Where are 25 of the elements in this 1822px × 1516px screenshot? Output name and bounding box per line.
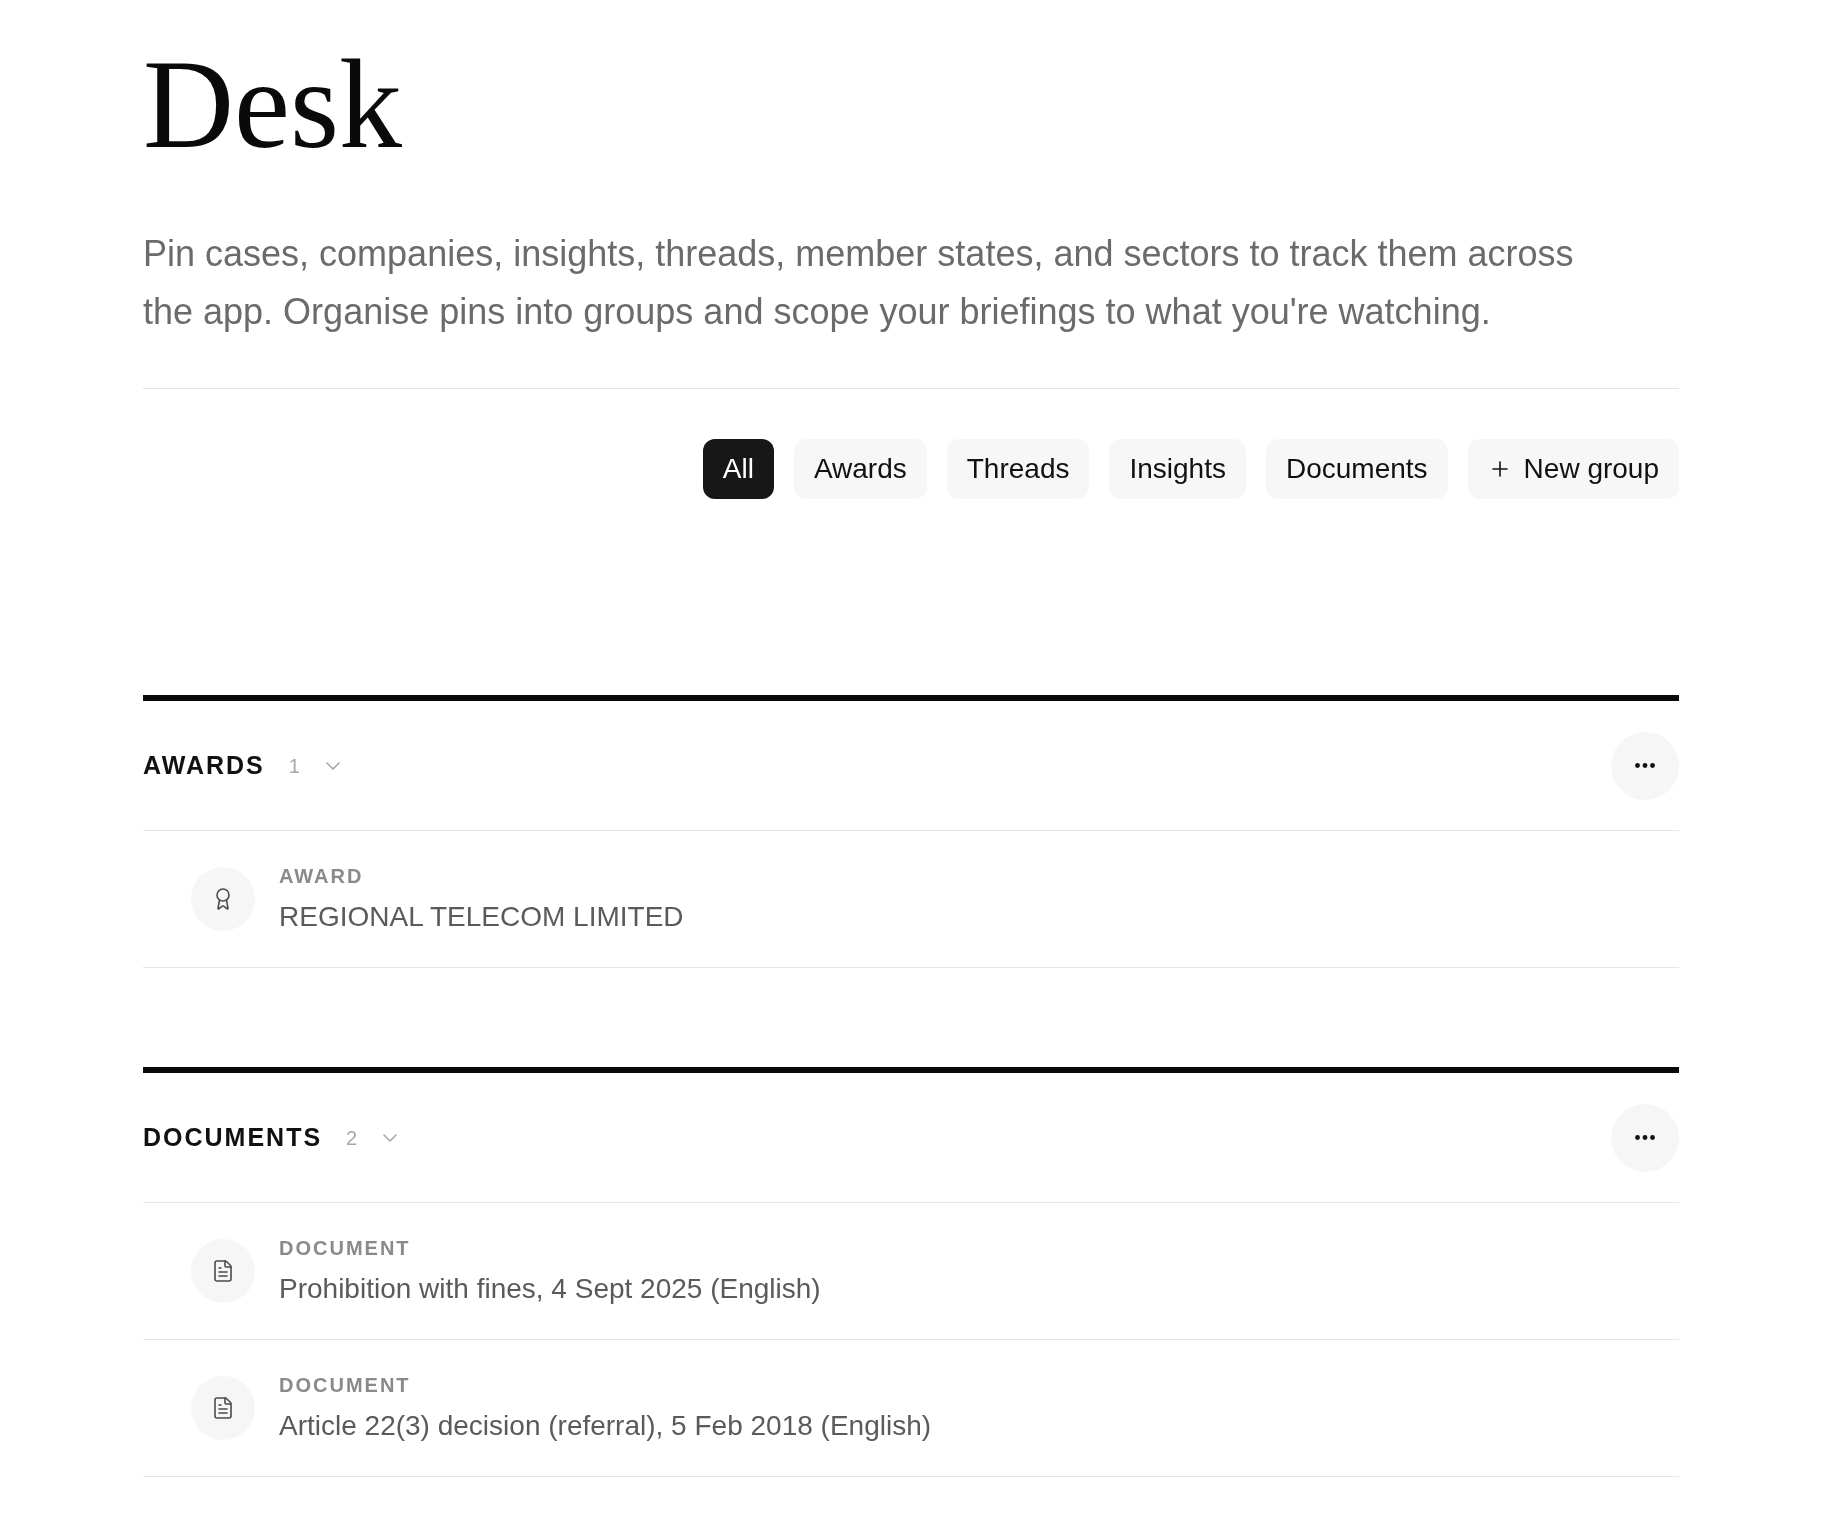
filter-tab[interactable]: Awards (793, 439, 927, 499)
item-type-label: AWARD (279, 864, 365, 889)
group-title: DOCUMENTS (143, 1121, 323, 1153)
group-title: AWARDS (143, 749, 265, 781)
more-icon (1635, 763, 1655, 768)
item-name: Article 22(3) decision (referral), 5 Feb 2018 (English) (279, 1409, 932, 1443)
filter-tab[interactable]: Threads (946, 439, 1090, 499)
page-description: Pin cases, companies, insights, threads, member states, and sectors to track them across the app. Organise pins into groups and scope your briefings to what you're watching. (143, 232, 1575, 334)
page-title: Desk (143, 42, 402, 168)
filter-tab[interactable]: All (702, 439, 774, 499)
filter-tab[interactable]: Insights (1109, 439, 1246, 499)
item-name: REGIONAL TELECOM LIMITED (279, 900, 684, 934)
chevron-down-icon (325, 761, 340, 770)
pinned-item-row[interactable]: DOCUMENT Prohibition with fines, 4 Sept 2025 (English) (143, 1203, 1679, 1340)
group-count: 2 (346, 1125, 358, 1151)
item-type-label: DOCUMENT (279, 1373, 412, 1398)
item-name: Prohibition with fines, 4 Sept 2025 (English) (279, 1272, 821, 1306)
pinned-item-row[interactable]: DOCUMENT Article 22(3) decision (referral), 5 Feb 2018 (English) (143, 1340, 1679, 1477)
item-type-label: DOCUMENT (279, 1236, 412, 1261)
filter-tab[interactable]: Documents (1265, 439, 1448, 499)
pinned-item-row[interactable]: AWARD REGIONAL TELECOM LIMITED (143, 831, 1679, 968)
more-icon (1635, 1135, 1655, 1140)
new-group-button[interactable]: New group (1467, 439, 1679, 499)
group-count: 1 (288, 753, 300, 779)
chevron-down-icon (383, 1133, 398, 1142)
